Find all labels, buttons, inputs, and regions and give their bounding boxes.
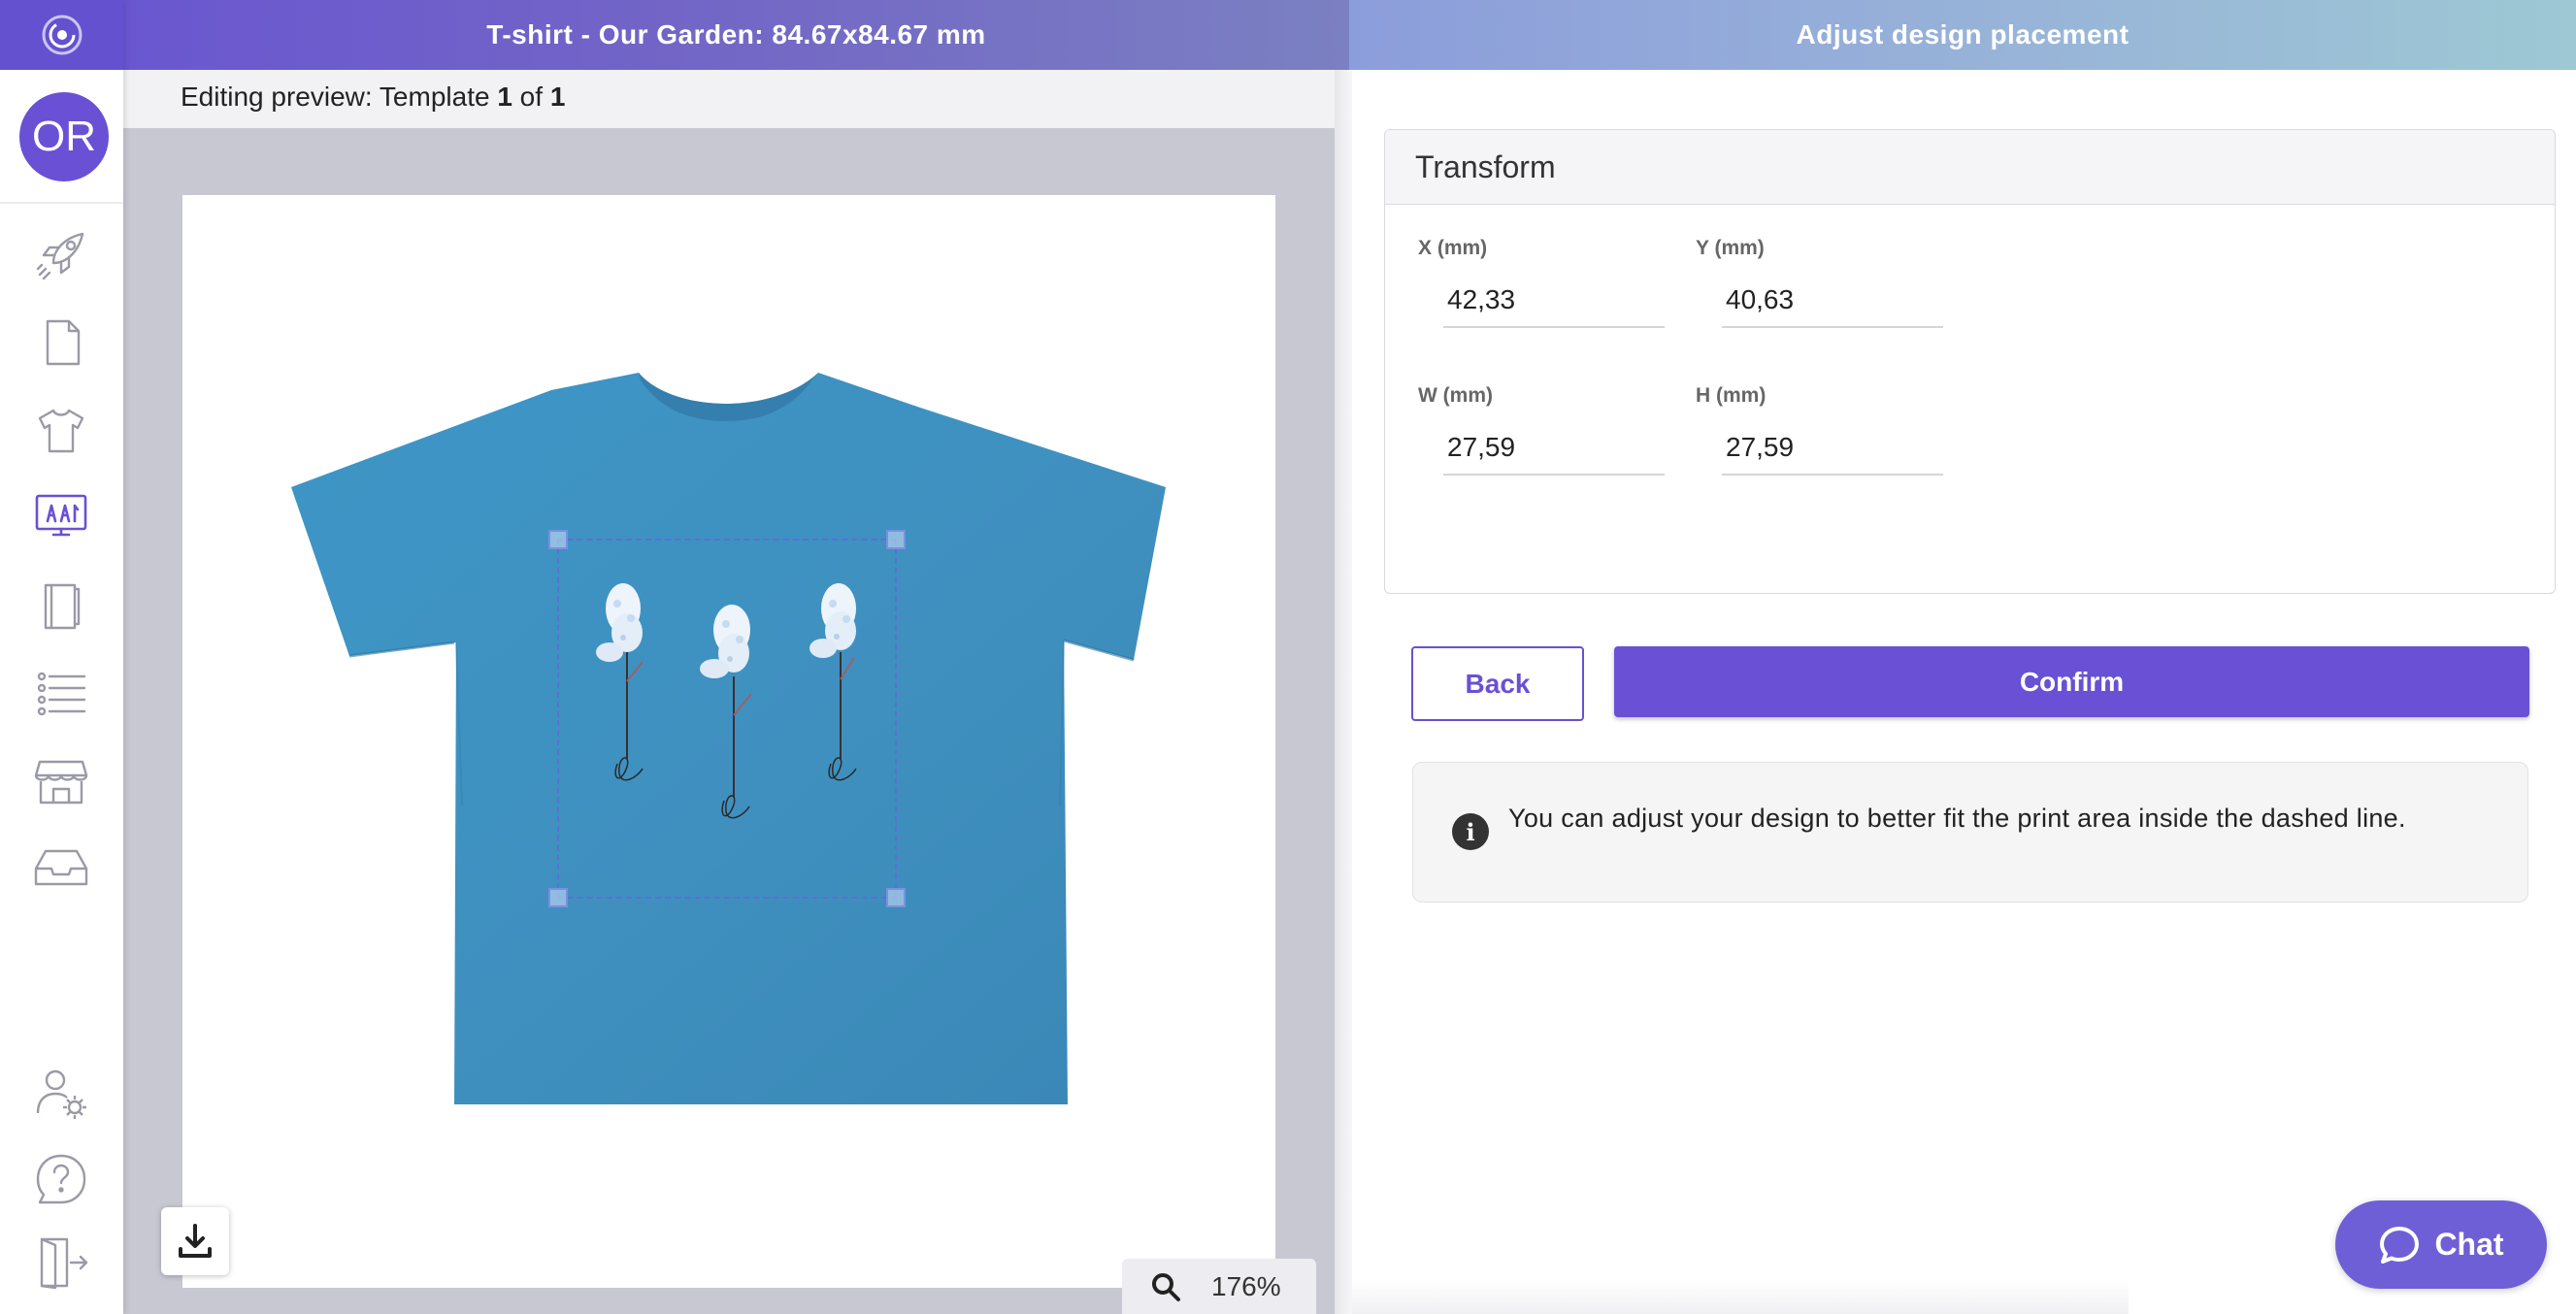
resize-handle-bottom-left[interactable] [548,888,568,907]
sidebar-item-logout[interactable] [29,1231,93,1295]
resize-handle-bottom-right[interactable] [886,888,906,907]
resize-handle-top-right[interactable] [886,530,906,549]
chat-button[interactable]: Chat [2335,1200,2547,1289]
logo-icon [42,15,82,55]
h-label: H (mm) [1696,384,1767,407]
sidebar-divider [0,202,123,204]
transform-card: Transform X (mm) Y (mm) W (mm) H (mm) [1384,129,2556,594]
chat-bubble-icon [2380,1226,2420,1264]
sidebar: OR [0,0,123,1314]
editing-preview-label: Editing preview: Template 1 of 1 [181,82,566,112]
back-button[interactable]: Back [1411,646,1584,721]
confirm-button[interactable]: Confirm [1614,646,2529,717]
avatar[interactable]: OR [19,92,109,181]
sidebar-item-inbox[interactable] [29,835,93,899]
zoom-level: 176% [1211,1270,1281,1301]
zoom-control[interactable]: 176% [1122,1259,1316,1314]
store-icon [34,760,88,805]
info-icon: i [1452,813,1489,850]
x-input[interactable] [1443,274,1665,328]
transform-title: Transform [1385,130,2555,205]
sidebar-item-products[interactable] [29,398,93,462]
rocket-icon [36,232,84,280]
download-button[interactable] [161,1207,229,1275]
w-label: W (mm) [1418,384,1493,407]
design-monitor-icon [35,494,87,537]
notebook-icon [44,583,81,630]
flower-design-3 [809,583,857,781]
inbox-icon [34,849,88,886]
chat-label: Chat [2434,1227,2504,1262]
sidebar-item-store[interactable] [29,749,93,813]
product-title: T-shirt - Our Garden: 84.67x84.67 mm [123,0,1349,70]
download-icon [179,1224,212,1258]
document-icon [46,319,81,366]
user-settings-icon [36,1069,86,1119]
panel-separator [1335,70,1352,1314]
y-label: Y (mm) [1696,237,1765,259]
panel-title: Adjust design placement [1349,0,2576,70]
app-logo[interactable] [0,0,123,70]
info-text: You can adjust your design to better fit… [1508,804,2406,833]
logout-icon [40,1237,88,1290]
tshirt-icon [38,409,84,453]
sidebar-item-launch[interactable] [29,223,93,287]
sidebar-item-list[interactable] [29,660,93,724]
y-input[interactable] [1722,274,1943,328]
sidebar-item-help[interactable] [29,1147,93,1211]
panel-bottom-shadow [1352,1281,2129,1314]
sidebar-item-orders[interactable] [29,311,93,375]
resize-handle-top-left[interactable] [548,530,568,549]
list-icon [37,672,86,716]
flower-design-1 [596,583,644,781]
info-message: i You can adjust your design to better f… [1412,762,2528,903]
w-input[interactable] [1443,421,1665,476]
flower-design-2 [700,605,752,819]
search-icon [1152,1272,1180,1301]
h-input[interactable] [1722,421,1943,476]
sidebar-item-design[interactable] [29,485,93,549]
help-icon [36,1154,86,1204]
x-label: X (mm) [1418,237,1488,259]
sidebar-item-account-settings[interactable] [29,1062,93,1126]
design-print-area[interactable] [548,530,906,907]
sidebar-item-catalog[interactable] [29,575,93,639]
